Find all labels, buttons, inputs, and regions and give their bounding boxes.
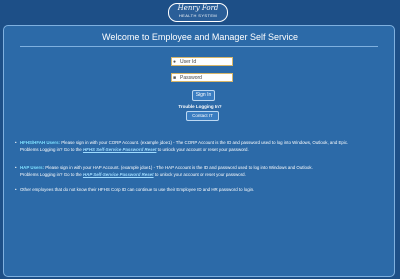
hfhs-text3: to unlock your account or reset your pas… xyxy=(156,147,249,152)
logo-script-text: Henry Ford xyxy=(177,4,219,12)
lock-icon: ■ xyxy=(173,75,177,81)
hfhs-password-reset-link[interactable]: HFHS Self-Service Password Reset xyxy=(83,147,156,152)
page-title: Welcome to Employee and Manager Self Ser… xyxy=(102,32,298,42)
hap-text3: to unlock your account or reset your pas… xyxy=(153,172,246,177)
hap-text1: Please sign in with your HAP Account. (e… xyxy=(44,165,313,170)
bullet-icon: • xyxy=(15,187,17,192)
user-icon: ● xyxy=(173,59,177,65)
logo-subtitle: HEALTH SYSTEM xyxy=(178,13,218,18)
password-field[interactable]: ■ Password xyxy=(171,73,233,82)
hap-heading: HAP Users: xyxy=(20,165,45,170)
hap-text2: Problems Logging in? Go to the xyxy=(20,172,83,177)
hfhs-text2: Problems Logging in? Go to the xyxy=(20,147,83,152)
sign-in-button[interactable]: Sign In xyxy=(192,90,215,101)
login-panel: Welcome to Employee and Manager Self Ser… xyxy=(3,25,395,277)
user-id-placeholder: User Id xyxy=(180,59,197,65)
trouble-logging-in-label: Trouble Logging In? xyxy=(178,104,222,109)
bullet-icon: • xyxy=(15,165,17,170)
other-employees-text: Other employees that do not know their H… xyxy=(20,187,255,192)
hfhs-heading: HFHS/HFAH Users: xyxy=(20,140,61,145)
henry-ford-logo[interactable]: Henry Ford HEALTH SYSTEM xyxy=(168,3,228,22)
title-divider xyxy=(20,46,378,47)
header: Henry Ford HEALTH SYSTEM xyxy=(0,0,400,24)
user-id-field[interactable]: ● User Id xyxy=(171,57,233,66)
bullet-icon: • xyxy=(15,140,17,145)
hap-password-reset-link[interactable]: HAP Self-Service Password Reset xyxy=(83,172,154,177)
password-placeholder: Password xyxy=(180,75,202,81)
hfhs-text1: Please sign in with your CORP Account. (… xyxy=(60,140,349,145)
contact-it-button[interactable]: Contact IT xyxy=(186,111,219,121)
